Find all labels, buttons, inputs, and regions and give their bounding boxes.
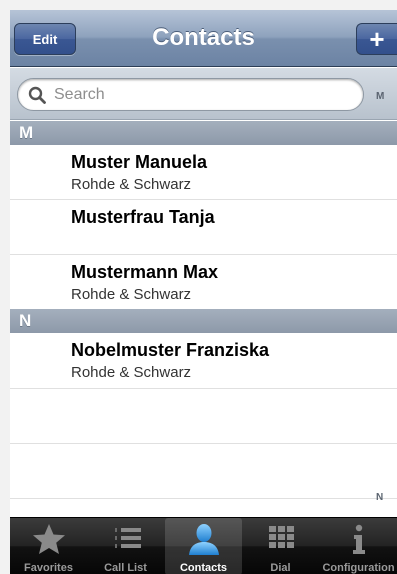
tab-label: Configuration [322, 562, 395, 574]
person-icon [188, 524, 219, 555]
section-index-letter[interactable]: M [376, 91, 384, 102]
contact-row[interactable]: Mustermann Max Rohde & Schwarz [10, 255, 397, 309]
contact-row[interactable]: Muster Manuela Rohde & Schwarz [10, 145, 397, 200]
contact-row[interactable]: Nobelmuster Franziska Rohde & Schwarz [10, 333, 397, 389]
contact-name: Musterfrau Tanja [71, 207, 215, 227]
section-header-m: M [10, 121, 397, 145]
tab-configuration[interactable]: Configuration [320, 518, 397, 574]
search-icon [28, 86, 46, 104]
contact-name: Nobelmuster Franziska [71, 340, 270, 360]
tab-call-list[interactable]: Call List [87, 518, 164, 574]
info-icon [352, 524, 365, 554]
star-icon [32, 524, 65, 554]
keypad-icon [268, 526, 294, 548]
contact-name: Mustermann Max [71, 262, 219, 282]
tab-label: Dial [270, 562, 291, 574]
contact-name: Muster Manuela [71, 152, 208, 172]
contact-company: Rohde & Schwarz [71, 176, 192, 193]
tab-contacts[interactable]: Contacts [165, 518, 242, 574]
search-field[interactable] [17, 78, 364, 111]
search-bar: M [10, 68, 397, 120]
add-contact-button[interactable]: + [356, 23, 397, 55]
search-input[interactable] [54, 79, 354, 110]
empty-row-divider [10, 443, 397, 444]
list-icon [114, 528, 141, 548]
tab-favorites[interactable]: Favorites [10, 518, 87, 574]
navigation-bar: Edit Contacts + [10, 10, 397, 67]
tab-label: Contacts [179, 562, 228, 574]
page-title: Contacts [152, 24, 255, 51]
section-header-n: N [10, 309, 397, 333]
contact-company: Rohde & Schwarz [71, 364, 192, 381]
contacts-screen: Edit Contacts + M M Muster Manuela Rohde… [10, 10, 397, 574]
tab-bar: Favorites Call List Contacts Dial Config… [10, 517, 397, 574]
section-index-letter[interactable]: N [376, 492, 383, 503]
contact-company: Rohde & Schwarz [71, 286, 192, 303]
empty-row-divider [10, 498, 397, 499]
tab-label: Call List [104, 562, 147, 574]
contact-row[interactable]: Musterfrau Tanja [10, 200, 397, 255]
tab-label: Favorites [24, 562, 73, 574]
tab-dial[interactable]: Dial [242, 518, 319, 574]
